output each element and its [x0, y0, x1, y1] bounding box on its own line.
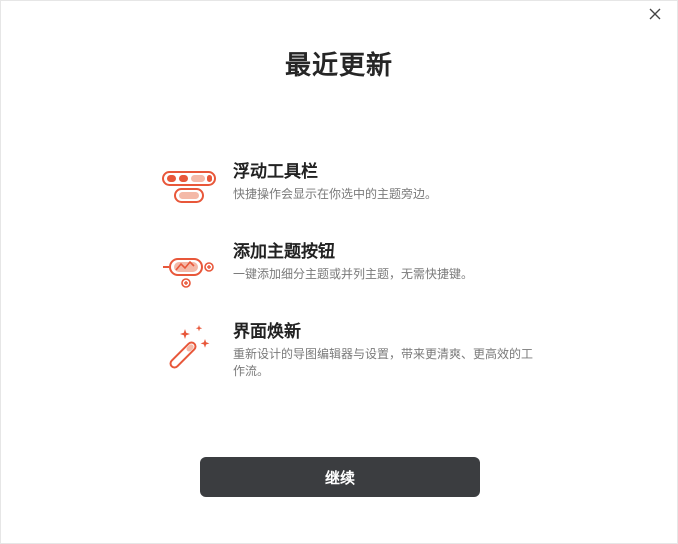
feature-desc: 一键添加细分主题或并列主题，无需快捷键。 [233, 267, 474, 281]
add-topic-button-icon [161, 241, 217, 289]
feature-name: 添加主题按钮 [233, 242, 335, 262]
continue-button[interactable]: 继续 [200, 457, 480, 497]
close-icon [649, 8, 661, 20]
feature-desc: 重新设计的导图编辑器与设置，带来更清爽、更高效的工作流。 [233, 347, 534, 378]
dialog-title: 最近更新 [284, 51, 393, 81]
whats-new-dialog: 最近更新 浮动工具栏 快捷操作会显示在你选中的主题旁边。 添加主题按钮 一键添加… [0, 0, 678, 544]
feature-desc: 快捷操作会显示在你选中的主题旁边。 [233, 187, 438, 201]
magic-wand-icon [161, 321, 217, 369]
feature-name: 浮动工具栏 [233, 162, 318, 182]
feature-name: 界面焕新 [233, 322, 301, 342]
floating-toolbar-icon [161, 161, 217, 209]
close-button[interactable] [645, 4, 665, 24]
